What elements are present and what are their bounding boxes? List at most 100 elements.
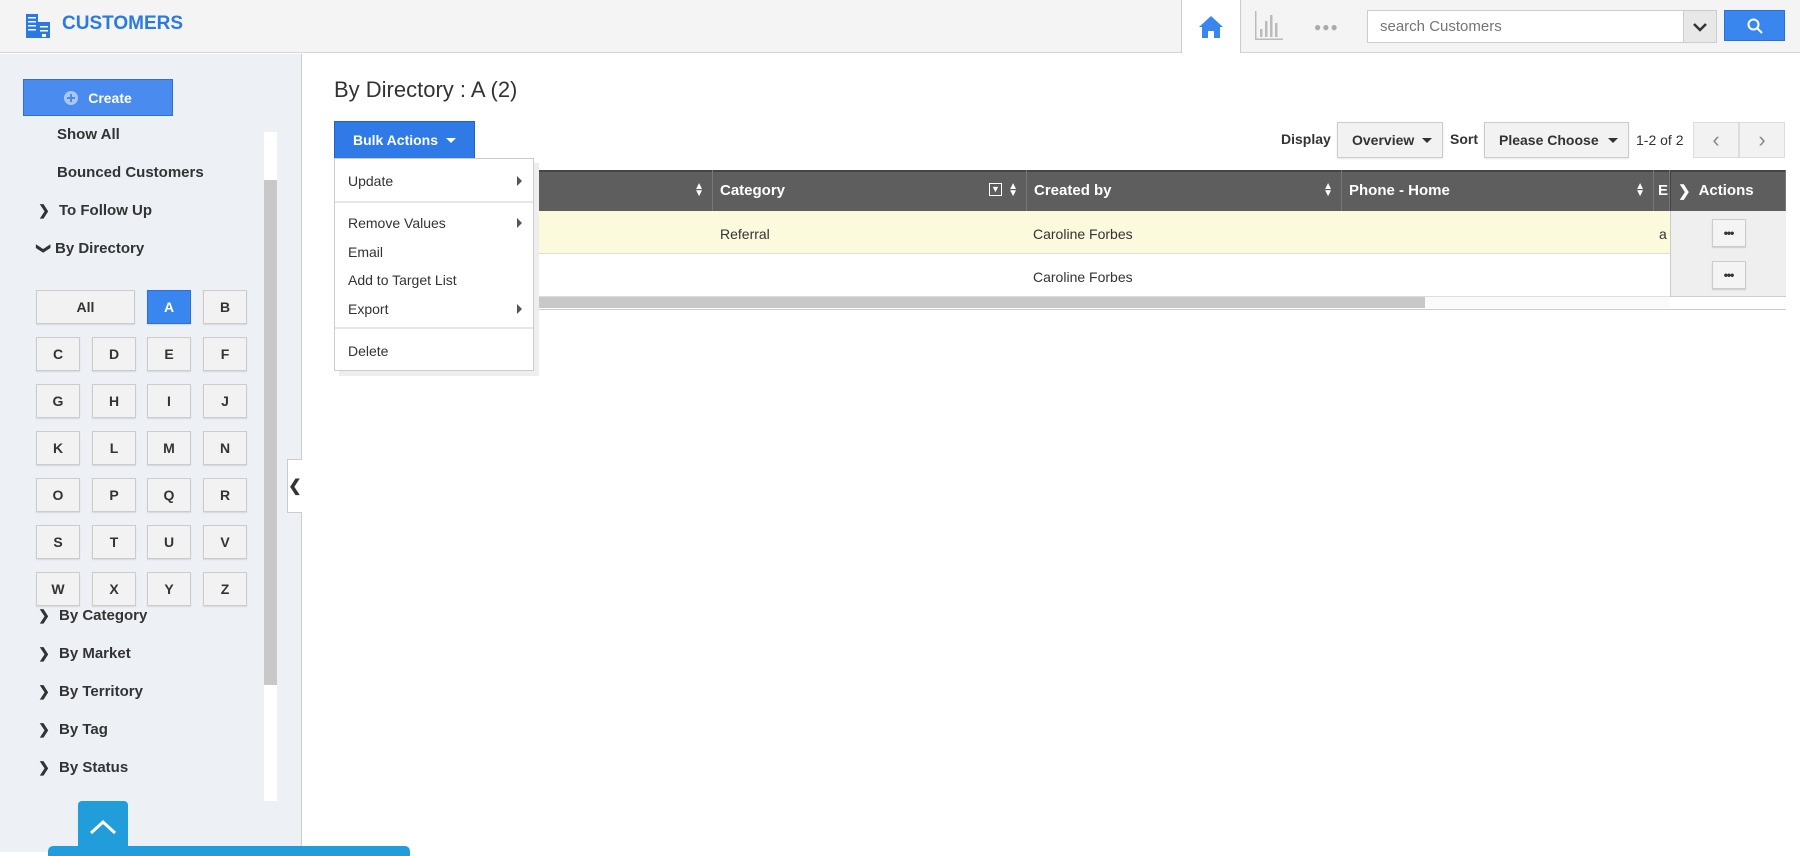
row-actions-button[interactable]: ••• [1711, 218, 1746, 247]
letter-button-s[interactable]: S [36, 525, 80, 559]
column-header-category[interactable]: Category ▼ ▲ ▼ [713, 170, 1027, 211]
chevron-right-icon: ❯ [38, 607, 50, 623]
column-header-e[interactable]: E [1654, 170, 1670, 211]
chevron-right-icon: ❯ [38, 683, 50, 699]
create-button[interactable]: Create [23, 79, 173, 116]
menu-item-export[interactable]: Export [348, 301, 528, 317]
pagination-count: 1-2 of 2 [1636, 132, 1684, 148]
sort-select[interactable]: Please Choose [1484, 122, 1629, 158]
label: By Category [59, 607, 148, 624]
more-dots-icon[interactable]: ●●● [1314, 20, 1339, 34]
sidebar-item-by-market[interactable]: ❯ By Market [35, 645, 131, 662]
scroll-to-top-button[interactable] [78, 801, 128, 852]
search-filter-dropdown[interactable] [1683, 10, 1717, 43]
sidebar-item-bounced-customers[interactable]: Bounced Customers [57, 164, 204, 181]
sidebar-item-by-directory[interactable]: ❯ By Directory [35, 240, 145, 257]
menu-item-delete[interactable]: Delete [348, 343, 388, 359]
letter-button-v[interactable]: V [203, 525, 247, 559]
sidebar-item-by-territory[interactable]: ❯ By Territory [35, 683, 143, 700]
cell-created-by: Caroline Forbes [1033, 226, 1133, 242]
letter-button-j[interactable]: J [203, 384, 247, 418]
display-label: Display [1281, 131, 1331, 147]
letter-button-m[interactable]: M [147, 431, 191, 465]
display-select[interactable]: Overview [1337, 122, 1443, 158]
letter-button-k[interactable]: K [36, 431, 80, 465]
letter-button-o[interactable]: O [36, 478, 80, 512]
letter-button-t[interactable]: T [92, 525, 136, 559]
next-page-button[interactable]: › [1739, 122, 1785, 158]
letter-button-p[interactable]: P [92, 478, 136, 512]
letter-button-all[interactable]: All [36, 290, 135, 324]
caret-down-icon [1608, 137, 1618, 143]
sidebar-scrollbar-thumb[interactable] [264, 180, 277, 685]
home-tab[interactable] [1181, 0, 1241, 53]
letter-button-n[interactable]: N [203, 431, 247, 465]
letter-button-f[interactable]: F [203, 337, 247, 371]
menu-divider [335, 201, 533, 203]
plus-circle-icon [64, 90, 79, 105]
menu-item-remove-values[interactable]: Remove Values [348, 215, 528, 231]
letter-button-y[interactable]: Y [147, 572, 191, 606]
bulk-actions-label: Bulk Actions [352, 132, 439, 148]
sidebar-item-show-all[interactable]: Show All [57, 126, 120, 143]
cell-category: Referral [720, 226, 770, 242]
letter-button-w[interactable]: W [36, 572, 80, 606]
letter-button-u[interactable]: U [147, 525, 191, 559]
letter-button-e[interactable]: E [147, 337, 191, 371]
sort-icon: ▲ ▼ [1323, 181, 1333, 199]
letter-button-l[interactable]: L [92, 431, 136, 465]
search-button[interactable] [1724, 10, 1785, 41]
top-header: CUSTOMERS ●●● [0, 0, 1800, 53]
row-actions-button[interactable]: ••• [1711, 261, 1746, 289]
page-title: By Directory : A (2) [334, 77, 518, 102]
letter-button-b[interactable]: B [203, 290, 247, 324]
label: Created by [1034, 182, 1112, 199]
sort-label: Sort [1450, 131, 1478, 147]
label: Export [348, 301, 389, 317]
sidebar-item-to-follow-up[interactable]: ❯ To Follow Up [35, 202, 152, 219]
label: Category [720, 182, 786, 199]
actions-cell: ••• [1670, 254, 1786, 297]
letter-button-d[interactable]: D [92, 337, 136, 371]
cell-created-by: Caroline Forbes [1033, 269, 1133, 285]
chevron-right-icon: › [1758, 127, 1766, 152]
label: Actions [1698, 182, 1754, 199]
letter-button-a[interactable]: A [147, 290, 191, 324]
submenu-arrow-icon [517, 304, 522, 314]
display-value: Overview [1352, 132, 1415, 148]
filter-icon[interactable]: ▼ [989, 183, 1002, 196]
letter-button-i[interactable]: I [147, 384, 191, 418]
letter-button-q[interactable]: Q [147, 478, 191, 512]
app-title: CUSTOMERS [62, 13, 184, 34]
bar-chart-icon[interactable] [1255, 11, 1283, 40]
label: By Market [59, 645, 131, 662]
letter-button-h[interactable]: H [92, 384, 136, 418]
sidebar-item-by-status[interactable]: ❯ By Status [35, 759, 128, 776]
letter-button-c[interactable]: C [36, 337, 80, 371]
letter-button-r[interactable]: R [203, 478, 247, 512]
chevron-down-icon: ❯ [36, 242, 53, 255]
label: Remove Values [348, 215, 446, 231]
menu-item-update[interactable]: Update [348, 173, 528, 189]
letter-button-g[interactable]: G [36, 384, 80, 418]
sidebar-item-by-category[interactable]: ❯ By Category [35, 607, 147, 624]
menu-item-email[interactable]: Email [348, 244, 383, 260]
label: Update [348, 173, 394, 189]
sidebar-item-by-tag[interactable]: ❯ By Tag [35, 721, 108, 738]
bottom-bar [48, 846, 410, 856]
cell-e: a [1659, 226, 1667, 242]
letter-button-x[interactable]: X [92, 572, 136, 606]
chevron-right-icon[interactable]: ❯ [1678, 182, 1691, 200]
column-header-phone-home[interactable]: Phone - Home ▲ ▼ [1342, 170, 1654, 211]
menu-divider [335, 327, 533, 329]
letter-button-z[interactable]: Z [203, 572, 247, 606]
prev-page-button[interactable]: ‹ [1693, 122, 1739, 158]
chevron-right-icon: ❯ [38, 721, 50, 737]
collapse-sidebar-button[interactable]: ❮ [287, 459, 302, 513]
chevron-right-icon: ❯ [38, 202, 50, 218]
search-input[interactable] [1367, 10, 1684, 43]
search-icon [1747, 18, 1763, 34]
menu-item-add-to-target-list[interactable]: Add to Target List [348, 272, 457, 288]
bulk-actions-button[interactable]: Bulk Actions [334, 121, 475, 159]
column-header-created-by[interactable]: Created by ▲ ▼ [1027, 170, 1342, 211]
